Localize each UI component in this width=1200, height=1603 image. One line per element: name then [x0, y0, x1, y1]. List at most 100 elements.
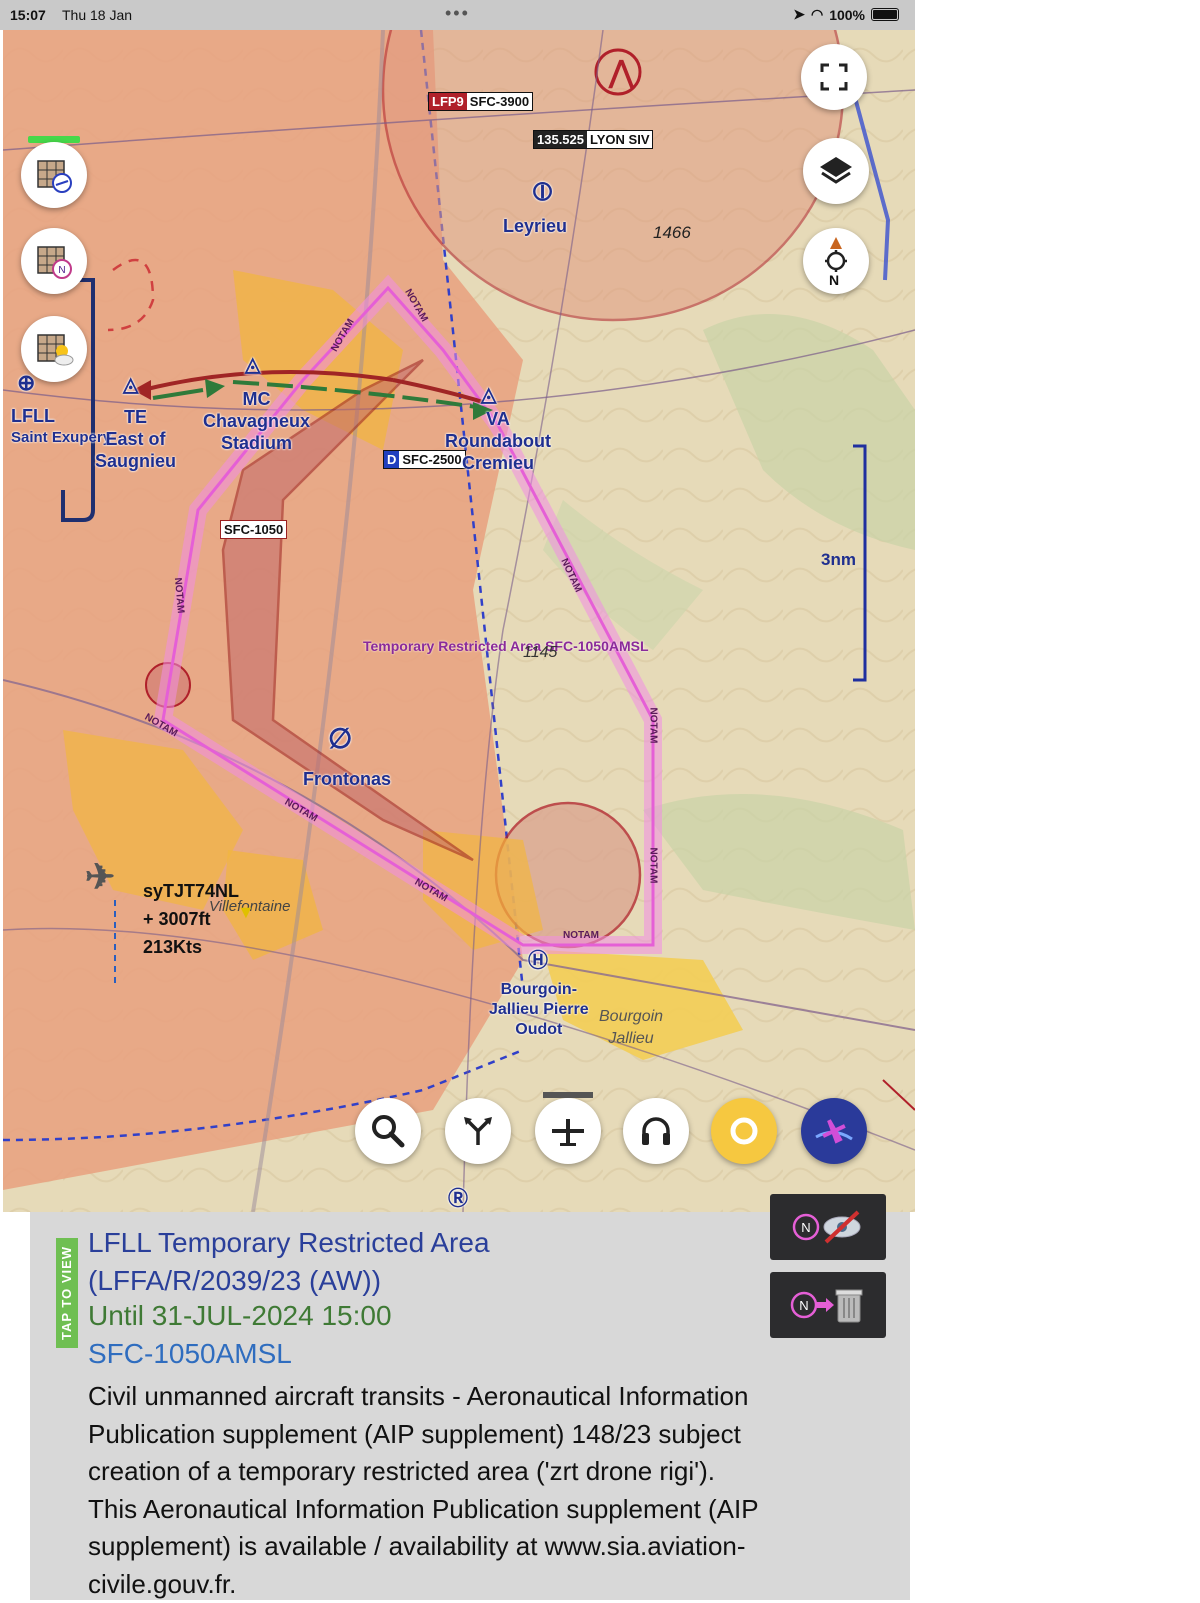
app-logo-icon: [815, 1119, 853, 1144]
status-time: 15:07: [10, 7, 46, 23]
notam-title: LFLL Temporary Restricted Area (LFFA/R/2…: [88, 1227, 490, 1296]
fullscreen-button[interactable]: [801, 44, 867, 110]
reporting-point-name: East of: [105, 429, 166, 449]
traffic-speed: 213Kts: [143, 937, 203, 957]
waypoint-label-frontonas[interactable]: Frontonas: [303, 768, 391, 790]
heliport-icon[interactable]: Ⓗ: [528, 950, 548, 972]
record-button[interactable]: [711, 1098, 777, 1164]
frequency-value: 135.525: [534, 131, 587, 148]
airspace-code: LFP9: [432, 94, 464, 109]
airspace-altitude: SFC-1050: [221, 521, 287, 538]
notam-description: Civil unmanned aircraft transits - Aeron…: [88, 1381, 759, 1599]
traffic-callsign: syTJT74NL: [143, 881, 240, 901]
hide-notam-button[interactable]: N: [770, 1194, 886, 1260]
route-button[interactable]: [445, 1098, 511, 1164]
town-label-bourgoin: Bourgoin Jallieu: [599, 1006, 663, 1050]
svg-text:N: N: [801, 1220, 810, 1235]
hazard-icon[interactable]: ▼: [237, 902, 255, 923]
heliport-label-bourgoin[interactable]: Bourgoin- Jallieu Pierre Oudot: [489, 980, 589, 1040]
notam-validity: Until 31-JUL-2024 15:00: [88, 1300, 392, 1331]
search-icon: [372, 1115, 405, 1148]
headphones-icon: [642, 1117, 670, 1145]
reporting-point-icon[interactable]: ◬: [245, 354, 260, 376]
vor-icon[interactable]: ⦶: [533, 178, 552, 204]
notam-info-panel[interactable]: TAP TO VIEW LFLL Temporary Restricted Ar…: [30, 1194, 910, 1600]
svg-text:N: N: [799, 1298, 808, 1313]
multitasking-dots-icon[interactable]: •••: [445, 3, 470, 24]
aircraft-icon: [552, 1119, 584, 1146]
search-button[interactable]: [355, 1098, 421, 1164]
reporting-point-va[interactable]: VA Roundabout Cremieu: [445, 408, 551, 474]
status-bar: 15:07 Thu 18 Jan ••• ➤ ◠ 100%: [0, 0, 915, 30]
location-arrow-icon: ➤: [793, 6, 805, 22]
heliport-name: Jallieu Pierre: [489, 1001, 589, 1018]
traffic-altitude: + 3007ft: [143, 909, 211, 929]
route-fork-icon: [464, 1117, 492, 1145]
heliport-name: Oudot: [515, 1021, 563, 1038]
map-canvas: [3, 30, 915, 1212]
layers-icon: [820, 157, 852, 184]
reporting-point-mc[interactable]: MC Chavagneux Stadium: [203, 388, 310, 454]
reporting-point-name: Chavagneux: [203, 411, 311, 431]
elevation-label: 1145: [523, 644, 558, 661]
heliport-icon[interactable]: Ⓡ: [448, 1188, 468, 1210]
delete-notam-trash-icon: N: [790, 1289, 863, 1323]
aircraft-button-indicator: [543, 1092, 593, 1098]
notam-altitude: SFC-1050AMSL: [88, 1338, 292, 1369]
notam-chart-icon: N: [37, 246, 72, 279]
weather-chart-icon: [37, 334, 74, 366]
delete-notam-button[interactable]: N: [770, 1272, 886, 1338]
vor-icon[interactable]: ∅: [328, 725, 352, 753]
reporting-point-name: Saugnieu: [95, 451, 177, 471]
town-name: Bourgoin: [599, 1008, 664, 1025]
traffic-aircraft-icon[interactable]: ✈: [85, 856, 115, 898]
elevation-label: 1466: [653, 223, 691, 242]
reporting-point-code: VA: [486, 409, 510, 429]
notam-segment-label: NOTAM: [647, 707, 659, 744]
battery-percent: 100%: [829, 6, 865, 23]
reporting-point-te[interactable]: TE East of Saugnieu: [95, 406, 176, 472]
scale-label: 3nm: [821, 550, 856, 569]
hide-notam-eye-icon: N: [792, 1210, 861, 1244]
north-label: N: [829, 272, 840, 288]
moving-map[interactable]: LFP9 SFC-3900 135.525 LYON SIV D SFC-250…: [3, 30, 915, 1212]
weather-overlay-button[interactable]: [21, 316, 87, 382]
audio-button[interactable]: [623, 1098, 689, 1164]
traffic-info[interactable]: syTJT74NL + 3007ft 213Kts: [143, 877, 239, 961]
reporting-point-code: MC: [242, 389, 271, 409]
airspace-code: D: [384, 451, 400, 468]
reporting-point-icon[interactable]: ◬: [481, 384, 496, 406]
town-name: Jallieu: [608, 1030, 654, 1047]
record-ring-icon: [730, 1117, 758, 1145]
layers-button[interactable]: [803, 138, 869, 204]
battery-icon: [871, 8, 899, 21]
svg-text:N: N: [58, 265, 65, 276]
notam-segment-label: NOTAM: [563, 930, 599, 941]
reporting-point-name: Roundabout: [445, 431, 551, 451]
wifi-icon: ◠: [810, 6, 824, 22]
airspace-overlay-button[interactable]: [21, 142, 87, 208]
airspace-tag-restricted[interactable]: SFC-1050: [220, 520, 288, 539]
airfield-icon[interactable]: ⋀: [609, 55, 634, 90]
airspace-chart-icon: [37, 160, 72, 193]
waypoint-label-leyrieu[interactable]: Leyrieu: [503, 215, 567, 237]
notam-overlay-button[interactable]: N: [21, 228, 87, 294]
notam-segment-label: NOTAM: [647, 847, 659, 884]
tap-to-view-tab[interactable]: TAP TO VIEW: [56, 1238, 78, 1348]
reporting-point-icon[interactable]: ◬: [123, 374, 138, 396]
airspace-tag-lfp9[interactable]: LFP9 SFC-3900: [428, 92, 534, 111]
reporting-point-name: Cremieu: [461, 453, 534, 473]
airspace-altitude: SFC-3900: [466, 93, 533, 110]
heliport-name: Bourgoin-: [500, 981, 578, 998]
tra-map-label[interactable]: Temporary Restricted Area SFC-1050AMSL: [363, 638, 649, 654]
status-indicators: ➤ ◠ 100%: [793, 6, 899, 23]
airport-icon[interactable]: ⊕: [17, 372, 35, 394]
north-up-button[interactable]: N: [803, 228, 869, 294]
status-date: Thu 18 Jan: [62, 7, 133, 23]
frequency-tag-lyon-siv[interactable]: 135.525 LYON SIV: [533, 130, 654, 149]
app-menu-button[interactable]: [801, 1098, 867, 1164]
reporting-point-name: Stadium: [221, 433, 293, 453]
frequency-name: LYON SIV: [587, 131, 653, 148]
fullscreen-icon: [820, 63, 848, 91]
aircraft-button[interactable]: [535, 1092, 601, 1164]
